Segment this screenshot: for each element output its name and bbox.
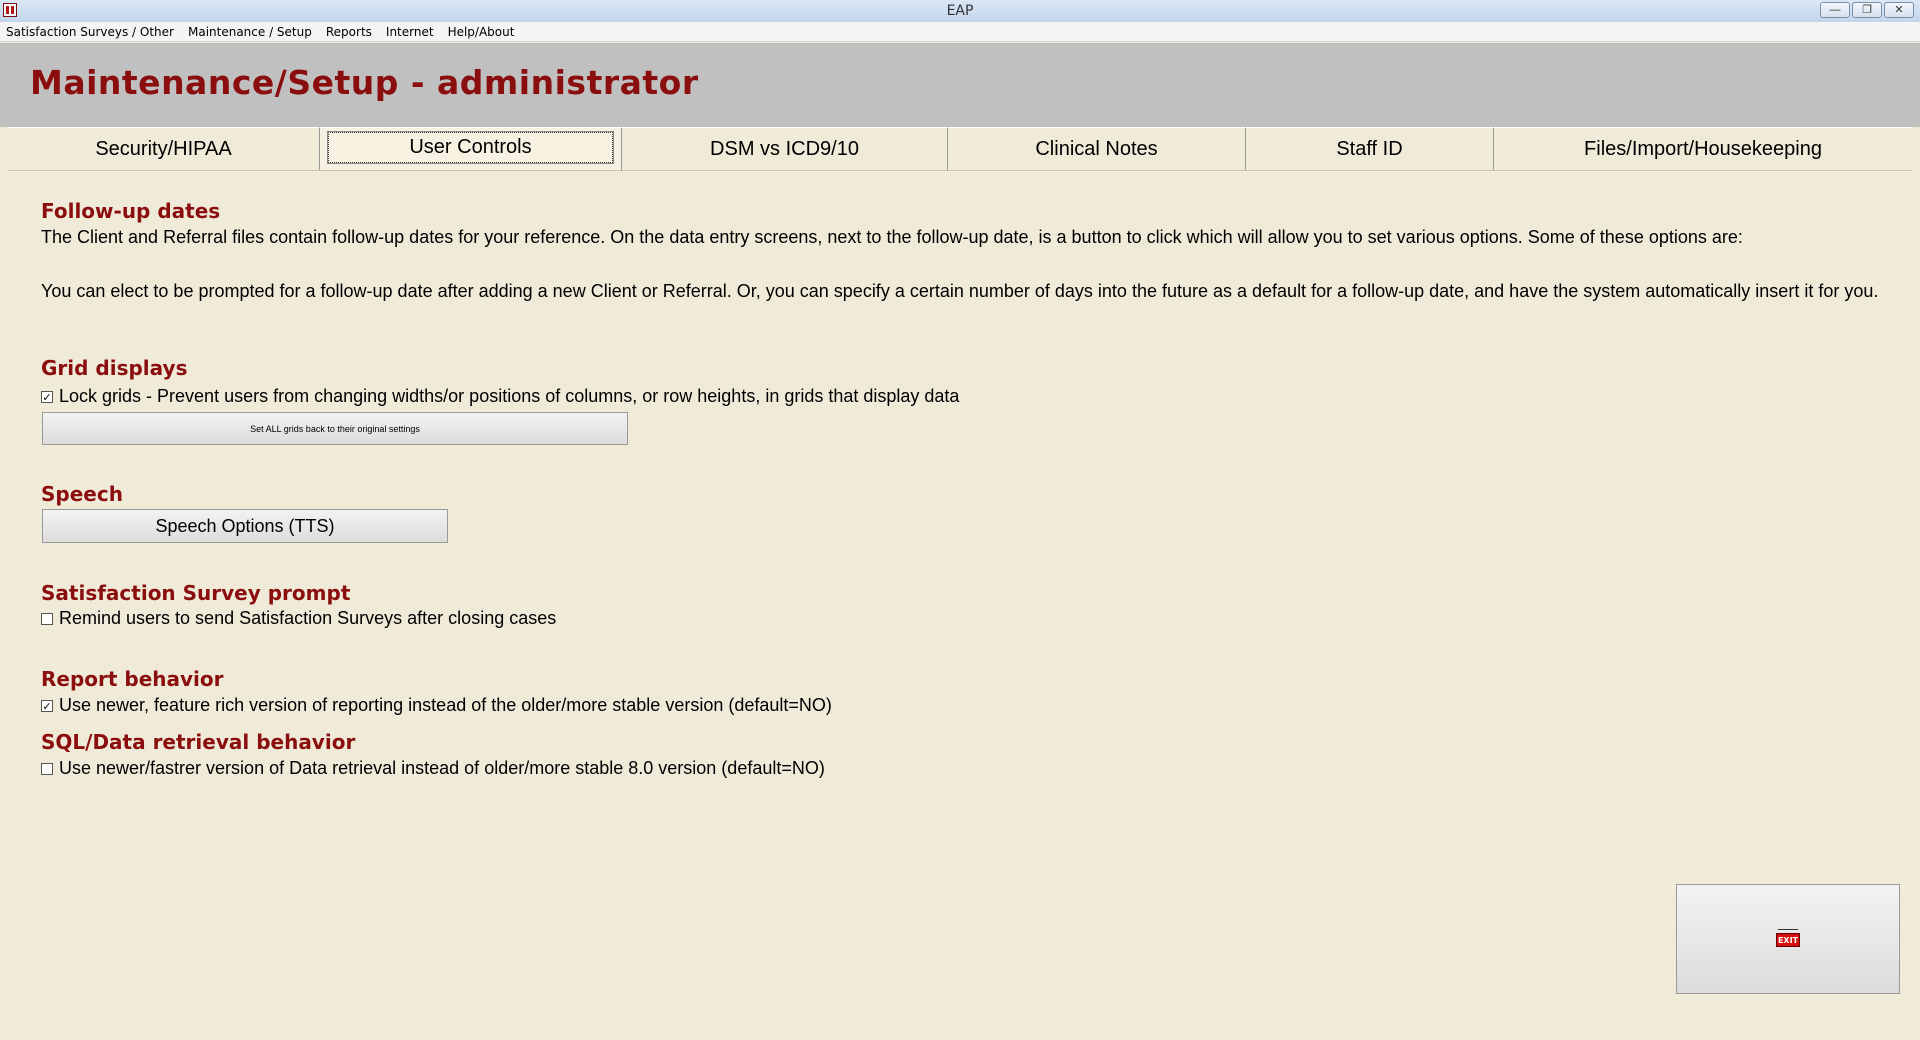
title-bar: EAP — ❐ ✕ xyxy=(0,0,1920,23)
exit-button[interactable]: EXIT xyxy=(1676,884,1900,994)
menu-help-about[interactable]: Help/About xyxy=(448,25,515,39)
menu-bar: Satisfaction Surveys / Other Maintenance… xyxy=(0,22,1920,42)
tab-staff-id[interactable]: Staff ID xyxy=(1246,127,1494,170)
reset-grids-button[interactable]: Set ALL grids back to their original set… xyxy=(42,412,628,445)
window-controls: — ❐ ✕ xyxy=(1820,2,1914,18)
sql-behavior-row[interactable]: Use newer/fastrer version of Data retrie… xyxy=(41,758,825,779)
window-title: EAP xyxy=(946,3,974,19)
survey-remind-label: Remind users to send Satisfaction Survey… xyxy=(59,608,557,628)
tab-security-hipaa[interactable]: Security/HIPAA xyxy=(8,127,320,170)
report-behavior-checkbox[interactable]: ✓ xyxy=(41,699,53,712)
tab-files-import-housekeeping[interactable]: Files/Import/Housekeeping xyxy=(1494,127,1912,170)
report-title: Report behavior xyxy=(41,667,224,691)
restore-button[interactable]: ❐ xyxy=(1852,2,1882,18)
page-title: Maintenance/Setup - administrator xyxy=(30,63,699,102)
tab-dsm-icd[interactable]: DSM vs ICD9/10 xyxy=(622,127,948,170)
page-header: Maintenance/Setup - administrator xyxy=(0,43,1920,127)
exit-label: EXIT xyxy=(1776,933,1800,947)
lock-grids-checkbox[interactable]: ✓ xyxy=(41,390,53,403)
tab-label: Files/Import/Housekeeping xyxy=(1584,137,1822,160)
survey-remind-row[interactable]: Remind users to send Satisfaction Survey… xyxy=(41,608,556,629)
menu-satisfaction-surveys[interactable]: Satisfaction Surveys / Other xyxy=(6,25,174,39)
menu-maintenance-setup[interactable]: Maintenance / Setup xyxy=(188,25,312,39)
lock-grids-label: Lock grids - Prevent users from changing… xyxy=(59,386,960,406)
followup-title: Follow-up dates xyxy=(41,199,221,223)
tab-label: Security/HIPAA xyxy=(95,137,232,160)
lock-grids-row[interactable]: ✓ Lock grids - Prevent users from changi… xyxy=(41,386,959,407)
menu-reports[interactable]: Reports xyxy=(326,25,372,39)
tab-bar: Security/HIPAA User Controls DSM vs ICD9… xyxy=(8,127,1912,170)
speech-options-button[interactable]: Speech Options (TTS) xyxy=(42,509,448,543)
sql-behavior-label: Use newer/fastrer version of Data retrie… xyxy=(59,758,825,778)
report-behavior-row[interactable]: ✓ Use newer, feature rich version of rep… xyxy=(41,695,832,716)
tab-label: Staff ID xyxy=(1336,137,1403,160)
sql-behavior-checkbox[interactable] xyxy=(41,762,53,775)
menu-internet[interactable]: Internet xyxy=(386,25,434,39)
grid-title: Grid displays xyxy=(41,356,188,380)
followup-description: The Client and Referral files contain fo… xyxy=(41,227,1743,247)
speech-title: Speech xyxy=(41,482,123,506)
minimize-button[interactable]: — xyxy=(1820,2,1850,18)
followup-description-2: You can elect to be prompted for a follo… xyxy=(41,281,1879,301)
user-controls-panel: Follow-up dates The Client and Referral … xyxy=(8,170,1912,1033)
tab-user-controls[interactable]: User Controls xyxy=(320,127,622,170)
survey-remind-checkbox[interactable] xyxy=(41,612,53,625)
tab-label: DSM vs ICD9/10 xyxy=(710,137,859,160)
exit-sign-icon: EXIT xyxy=(1776,929,1800,949)
tab-clinical-notes[interactable]: Clinical Notes xyxy=(948,127,1246,170)
tab-label: User Controls xyxy=(327,130,614,164)
close-button[interactable]: ✕ xyxy=(1884,2,1914,18)
survey-title: Satisfaction Survey prompt xyxy=(41,581,351,605)
sql-title: SQL/Data retrieval behavior xyxy=(41,730,356,754)
tab-label: Clinical Notes xyxy=(1035,137,1158,160)
report-behavior-label: Use newer, feature rich version of repor… xyxy=(59,695,832,715)
